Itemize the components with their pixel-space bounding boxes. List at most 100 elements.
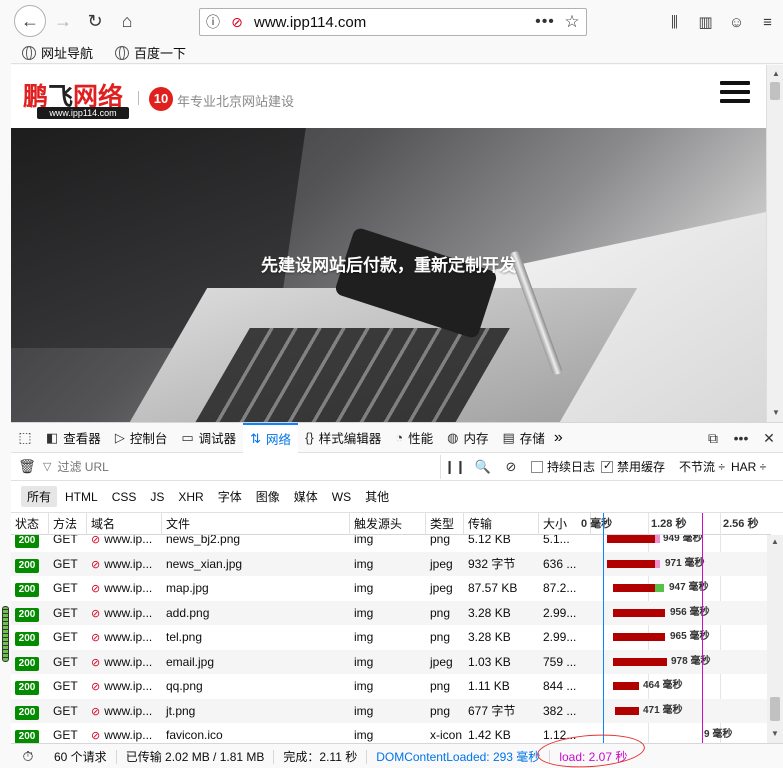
- bookmark-star-icon[interactable]: ☆: [558, 12, 586, 32]
- persist-logs-checkbox[interactable]: 持续日志: [531, 458, 595, 475]
- table-row[interactable]: 200 GET ⊘ www.ip... qq.png img png 1.11 KB 844 .…: [11, 674, 771, 699]
- column-transferred[interactable]: 传输: [464, 513, 539, 535]
- har-select[interactable]: HAR ÷: [731, 460, 766, 474]
- load-marker: [702, 513, 703, 743]
- table-row[interactable]: 200 GET ⊘ www.ip... email.jpg img jpeg 1.03 KB 7…: [11, 649, 771, 674]
- scroll-down-icon[interactable]: ▼: [772, 408, 780, 417]
- column-method[interactable]: 方法: [49, 513, 87, 535]
- column-file[interactable]: 文件: [162, 513, 350, 535]
- type-filter-html[interactable]: HTML: [59, 488, 104, 506]
- type-filter-js[interactable]: JS: [144, 488, 170, 506]
- search-icon[interactable]: 🔍: [469, 459, 497, 475]
- type-filter-ws[interactable]: WS: [326, 488, 357, 506]
- dock-side-icon[interactable]: ⧉: [699, 430, 727, 447]
- type-filter-xhr[interactable]: XHR: [172, 488, 209, 506]
- devtools-menu-icon[interactable]: •••: [727, 430, 755, 446]
- dom-content-loaded-marker: [603, 513, 604, 743]
- home-button[interactable]: ⌂: [112, 6, 142, 36]
- type-filter-fonts[interactable]: 字体: [212, 486, 248, 507]
- column-type[interactable]: 类型: [426, 513, 464, 535]
- table-row[interactable]: 200 GET ⊘ www.ip... news_xian.jpg img jpeg 932 …: [11, 551, 771, 576]
- library-icon[interactable]: ⫼: [659, 14, 690, 31]
- block-icon[interactable]: ⊘: [497, 459, 525, 475]
- trash-icon[interactable]: 🗑: [11, 458, 43, 475]
- info-icon[interactable]: ⓘ: [200, 12, 226, 32]
- type-filter-images[interactable]: 图像: [250, 486, 286, 507]
- back-button[interactable]: ←: [14, 5, 46, 37]
- devtools-panel: ⬚ ◧ 查看器 ▷ 控制台 ▭ 调试器 ⇅ 网络 {} 样式编辑器 ◔ 性能 ◍ 内存 ▤ 存储…: [11, 422, 783, 768]
- page-scroll-thumb[interactable]: [770, 82, 780, 100]
- stopwatch-icon[interactable]: ⏱: [11, 748, 45, 765]
- hamburger-menu-icon[interactable]: [720, 81, 750, 107]
- globe-icon: [115, 45, 130, 60]
- reload-button[interactable]: ↻: [80, 6, 110, 36]
- table-row[interactable]: 200 GET ⊘ www.ip... map.jpg img jpeg 87.57 KB 87…: [11, 576, 771, 601]
- cell-domain: ⊘ www.ip...: [87, 552, 162, 576]
- account-icon[interactable]: ☺: [721, 14, 752, 31]
- pause-icon[interactable]: ❙❙: [441, 459, 469, 475]
- scroll-down-icon[interactable]: ▼: [771, 729, 779, 738]
- element-picker-icon[interactable]: ⬚: [11, 429, 39, 446]
- tab-debugger[interactable]: ▭ 调试器: [174, 423, 243, 453]
- type-filter-other[interactable]: 其他: [359, 486, 395, 507]
- throttle-select[interactable]: 不节流 ÷: [679, 458, 725, 475]
- request-scroll-thumb[interactable]: [770, 697, 780, 721]
- sidebar-icon[interactable]: ▥: [690, 13, 721, 31]
- more-tabs-chevron-icon[interactable]: »: [554, 429, 563, 447]
- cell-type: x-icon: [430, 728, 463, 742]
- cell-type: png: [430, 630, 451, 644]
- scroll-up-icon[interactable]: ▲: [772, 69, 780, 78]
- waterfall-timing-label: 978 毫秒: [671, 655, 711, 667]
- table-row[interactable]: 200 GET ⊘ www.ip... tel.png img png 3.28 KB 2.99…: [11, 625, 771, 650]
- type-filter-all[interactable]: 所有: [21, 486, 58, 507]
- tab-style-editor[interactable]: {} 样式编辑器: [298, 423, 388, 453]
- bookmark-baidu[interactable]: 百度一下: [115, 43, 186, 62]
- cell-file: qq.png: [166, 679, 203, 693]
- column-status[interactable]: 状态: [11, 513, 49, 535]
- tab-inspector[interactable]: ◧ 查看器: [39, 423, 108, 453]
- tab-network[interactable]: ⇅ 网络: [243, 422, 299, 453]
- cell-file: favicon.ico: [166, 728, 223, 742]
- bookmark-nav[interactable]: 网址导航: [22, 43, 93, 62]
- request-list-scrollbar[interactable]: ▲ ▼: [767, 535, 783, 743]
- request-list[interactable]: 200 GET ⊘ www.ip... news_bj2.png img png 5.12 K…: [11, 535, 771, 743]
- waterfall-bar: [615, 706, 639, 715]
- filter-url-input[interactable]: ▽ 过滤 URL: [43, 454, 441, 479]
- close-icon[interactable]: ✕: [755, 430, 783, 447]
- table-row[interactable]: 200 GET ⊘ www.ip... news_bj2.png img png 5.12 K…: [11, 535, 771, 552]
- domain-text: www.ip...: [104, 630, 153, 644]
- table-row[interactable]: 200 GET ⊘ www.ip... favicon.ico img x-icon 1.42…: [11, 723, 771, 743]
- type-filter-css[interactable]: CSS: [106, 488, 143, 506]
- page-actions-icon[interactable]: •••: [532, 13, 558, 31]
- waterfall-timing-label: 464 毫秒: [643, 680, 683, 691]
- tab-memory[interactable]: ◍ 内存: [440, 423, 495, 453]
- type-filter-media[interactable]: 媒体: [288, 486, 324, 507]
- menu-icon[interactable]: ≡: [752, 14, 783, 31]
- style-editor-icon: {}: [305, 430, 314, 445]
- cell-cause: img: [354, 703, 374, 718]
- url-text[interactable]: www.ipp114.com: [248, 14, 532, 31]
- checkbox-box[interactable]: [601, 459, 614, 473]
- cell-type: jpeg: [430, 654, 453, 669]
- cell-file: jt.png: [166, 703, 196, 718]
- table-row[interactable]: 200 GET ⊘ www.ip... jt.png img png 677 字节 382 ..…: [11, 698, 771, 723]
- tab-storage[interactable]: ▤ 存储: [496, 423, 552, 453]
- insecure-lock-icon[interactable]: ⊘: [226, 14, 248, 31]
- table-row[interactable]: 200 GET ⊘ www.ip... add.png img png 3.28 KB 2.99…: [11, 600, 771, 625]
- forward-button[interactable]: →: [48, 6, 78, 36]
- scroll-up-icon[interactable]: ▲: [771, 537, 779, 546]
- tab-performance[interactable]: ◔ 性能: [388, 423, 440, 453]
- cell-cause: img: [354, 728, 374, 742]
- waterfall-tick: 0 毫秒: [581, 518, 613, 530]
- column-cause[interactable]: 触发源头: [350, 513, 426, 535]
- disable-cache-checkbox[interactable]: 禁用缓存: [601, 458, 665, 475]
- cell-status: 200: [11, 535, 49, 551]
- url-bar[interactable]: ⓘ ⊘ www.ipp114.com ••• ☆: [199, 8, 587, 36]
- arrow-right-icon: →: [54, 10, 72, 31]
- checkbox-box[interactable]: [531, 460, 543, 473]
- tab-console[interactable]: ▷ 控制台: [108, 423, 175, 453]
- waterfall-tick: 2.56 秒: [723, 518, 759, 530]
- page-scrollbar[interactable]: ▲ ▼: [766, 65, 783, 422]
- waterfall-bar-segment: [655, 559, 660, 568]
- column-domain[interactable]: 域名: [87, 513, 162, 535]
